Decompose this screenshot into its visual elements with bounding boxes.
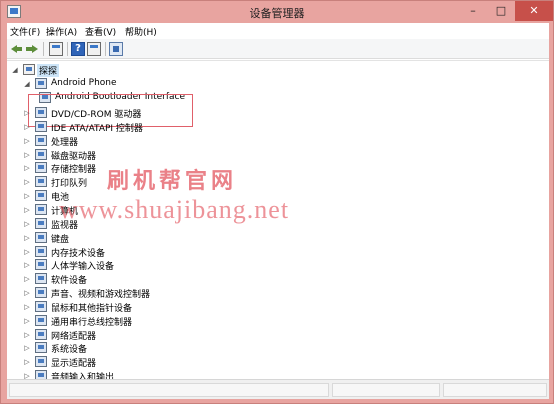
status-segment [9,383,329,397]
expand-icon[interactable]: ▷ [23,136,31,146]
title-bar[interactable]: 设备管理器 – □ ✕ [1,1,553,23]
expand-icon[interactable]: ▷ [23,316,31,326]
back-arrow-icon[interactable] [10,42,24,56]
collapse-icon[interactable]: ◢ [11,65,19,75]
device-manager-window: 设备管理器 – □ ✕ 文件(F) 操作(A) 查看(V) 帮助(H) ? ◢ [0,0,554,404]
device-category-icon [35,148,47,160]
device-category-icon [35,259,47,271]
tree-root-label: 探探 [37,64,60,77]
expand-icon[interactable]: ▷ [23,150,31,160]
toolbar: ? [7,39,549,59]
device-category-icon [35,314,47,326]
device-category-icon [35,231,47,243]
expand-icon[interactable]: ▷ [23,108,31,118]
scan-hardware-icon[interactable] [109,42,123,56]
device-category-icon [35,300,47,312]
tree-item-label: 人体学输入设备 [51,262,115,273]
properties-icon[interactable] [49,42,63,56]
device-category-icon [35,162,47,174]
menu-view[interactable]: 查看(V) [85,25,116,38]
menu-help[interactable]: 帮助(H) [125,25,157,38]
help-icon[interactable]: ? [71,42,85,56]
expand-icon[interactable]: ▷ [23,302,31,312]
menu-file[interactable]: 文件(F) [10,25,40,38]
expand-icon[interactable]: ▷ [23,357,31,367]
expand-icon[interactable]: ▷ [23,233,31,243]
device-category-icon [35,190,47,202]
device-category-icon [35,107,47,118]
device-category-icon [35,120,47,132]
minimize-button[interactable]: – [459,1,487,21]
maximize-button[interactable]: □ [487,1,515,21]
toolbar-separator [105,42,106,56]
view-icon[interactable] [87,42,101,56]
tree-item-label: 内存技术设备 [51,248,106,259]
toolbar-separator [43,42,44,56]
tree-item-label: 通用串行总线控制器 [51,317,133,328]
tree-item-label: 磁盘驱动器 [51,151,97,162]
device-category-icon [35,342,47,354]
close-button[interactable]: ✕ [515,1,553,21]
tree-item-label: Android Phone [51,78,117,88]
expand-icon[interactable]: ▷ [23,163,31,173]
expand-icon[interactable]: ▷ [23,247,31,257]
expand-icon[interactable]: ▷ [23,219,31,229]
tree-item-label: 处理器 [51,137,79,148]
status-segment [443,383,547,397]
device-category-icon [35,217,47,229]
computer-icon [23,64,35,75]
tree-item-label: 声音、视频和游戏控制器 [51,290,151,300]
watermark-title: 刷机帮官网 [107,168,238,194]
collapse-icon[interactable]: ◢ [23,79,31,89]
tree-item-label: IDE ATA/ATAPI 控制器 [51,123,143,134]
toolbar-separator [67,42,68,56]
device-category-icon [35,328,47,340]
expand-icon[interactable]: ▷ [23,330,31,340]
tree-item-label: 键盘 [51,234,70,245]
tree-item-label: 网络适配器 [51,331,97,342]
device-category-icon [35,203,47,215]
watermark-url: www.shuajibang.net [59,195,290,224]
expand-icon[interactable]: ▷ [23,260,31,270]
device-category-icon [35,356,47,368]
expand-icon[interactable]: ▷ [23,191,31,201]
expand-icon[interactable]: ▷ [23,177,31,187]
forward-arrow-icon[interactable] [25,42,39,56]
tree-item-label: 鼠标和其他指针设备 [51,303,133,314]
device-category-icon [35,134,47,146]
menu-bar: 文件(F) 操作(A) 查看(V) 帮助(H) [7,23,549,39]
status-bar [7,379,549,399]
device-category-icon [35,287,47,298]
tree-item-label: 软件设备 [51,276,88,287]
menu-action[interactable]: 操作(A) [46,25,77,38]
device-category-icon [35,245,47,257]
device-category-icon [35,273,47,285]
expand-icon[interactable]: ▷ [23,274,31,284]
client-area: 文件(F) 操作(A) 查看(V) 帮助(H) ? ◢ 探探 ◢ Android… [7,23,549,399]
tree-item-label: 打印队列 [51,179,88,190]
android-device-icon [35,78,47,89]
expand-icon[interactable]: ▷ [23,343,31,353]
tree-item-label: DVD/CD-ROM 驱动器 [51,110,142,120]
expand-icon[interactable]: ▷ [23,288,31,298]
device-category-icon [35,176,47,188]
tree-item-label: 存储控制器 [51,165,97,176]
status-segment [332,383,440,397]
tree-item-label: 显示适配器 [51,359,97,370]
tree-item-label: 系统设备 [51,345,88,356]
expand-icon[interactable]: ▷ [23,122,31,132]
expand-icon[interactable]: ▷ [23,205,31,215]
